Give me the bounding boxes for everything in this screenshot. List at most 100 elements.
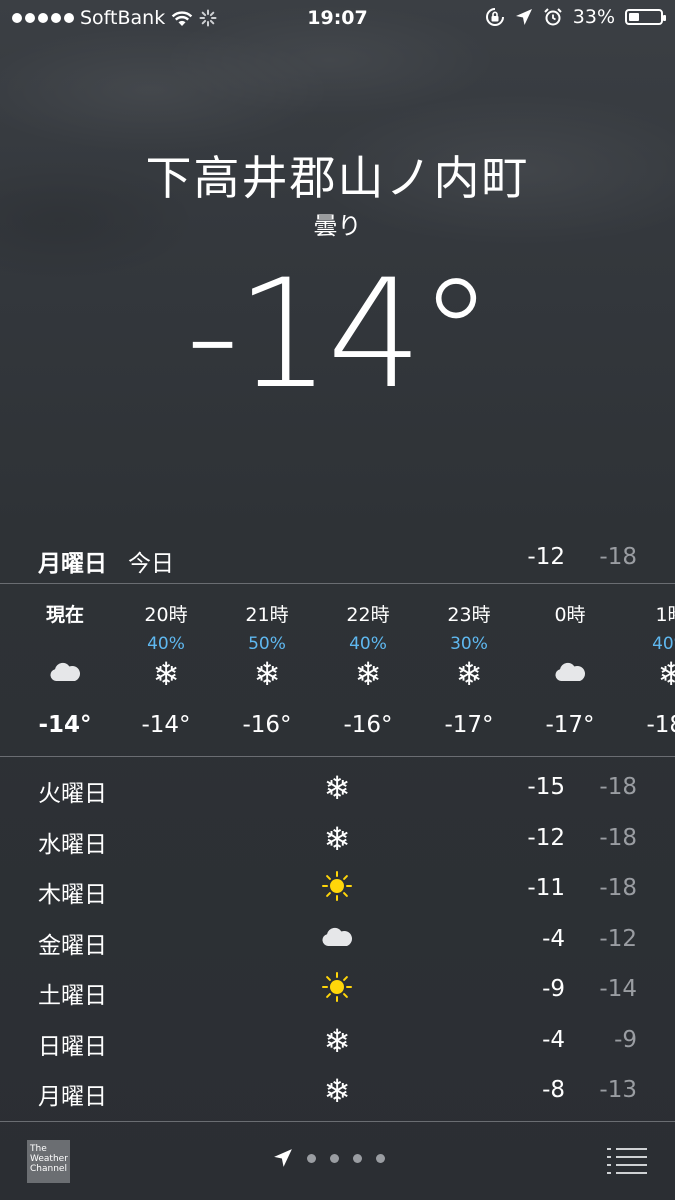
- page-indicator[interactable]: [273, 1148, 385, 1168]
- hourly-item: 21時 50% ❄ -16°: [217, 584, 317, 756]
- daily-day: 木曜日: [38, 882, 107, 908]
- snow-icon: ❄: [152, 655, 180, 693]
- battery-icon: [625, 9, 666, 25]
- hourly-item: 0時 -17°: [520, 584, 620, 756]
- daily-high: -9: [542, 976, 565, 1002]
- daily-low: -18: [599, 875, 637, 901]
- page-dot[interactable]: [307, 1153, 316, 1163]
- daily-high: -8: [542, 1077, 565, 1103]
- hourly-time: 現在: [45, 604, 84, 626]
- hourly-icon-slot: ❄: [217, 656, 317, 692]
- today-high: -12: [527, 544, 565, 570]
- daily-high: -11: [527, 875, 565, 901]
- daily-low: -9: [614, 1026, 637, 1053]
- daily-day: 水曜日: [38, 831, 107, 858]
- daily-high: -4: [542, 925, 565, 952]
- hourly-item: 20時 40% ❄ -14°: [116, 584, 216, 756]
- hourly-item: 23時 30% ❄ -17°: [419, 584, 519, 756]
- daily-row: 火曜日 ❄ -15 -18: [0, 764, 675, 815]
- hourly-temperature: -14°: [38, 712, 92, 738]
- snow-icon: ❄: [323, 769, 351, 807]
- battery-level: [629, 13, 639, 21]
- hourly-time: 22時: [346, 604, 390, 626]
- snow-icon: ❄: [323, 819, 351, 858]
- hourly-icon-slot: [15, 656, 115, 692]
- daily-icon-slot: ❄: [312, 1073, 362, 1109]
- page-dot[interactable]: [353, 1153, 362, 1163]
- hourly-time: 1時: [655, 604, 675, 626]
- city-name: 下高井郡山ノ内町: [145, 151, 530, 205]
- sun-icon: [321, 870, 353, 908]
- daily-low: -18: [599, 824, 637, 851]
- daily-day: 火曜日: [38, 781, 107, 807]
- location-arrow-icon: [515, 9, 532, 25]
- daily-day: 土曜日: [38, 983, 107, 1009]
- daily-low: -13: [599, 1077, 637, 1103]
- hourly-forecast[interactable]: 現在 -14° 20時 40% ❄ -14° 21時 50% ❄ -16° 22時 40% ❄ -16° 2…: [0, 584, 675, 756]
- status-bar: SoftBank 19:07 33%: [0, 0, 675, 38]
- hourly-time: 20時: [144, 604, 188, 626]
- cloud-icon: [320, 926, 354, 954]
- daily-icon-slot: [312, 922, 362, 958]
- today-row: 月曜日 今日 -12 -18: [0, 536, 675, 582]
- hourly-temperature: -14°: [141, 712, 191, 738]
- today-day: 月曜日: [38, 551, 107, 577]
- snow-icon: ❄: [253, 655, 281, 693]
- rotation-lock-icon: [485, 8, 504, 26]
- daily-icon-slot: [312, 972, 362, 1008]
- weather-channel-logo[interactable]: The Weather Channel: [27, 1140, 70, 1183]
- hourly-item: 22時 40% ❄ -16°: [318, 584, 418, 756]
- status-bar-right: 33%: [485, 6, 666, 28]
- cloud-icon: [553, 661, 587, 687]
- hourly-precip-chance: 40%: [349, 634, 387, 654]
- alarm-icon: [544, 8, 562, 26]
- hourly-temperature: -18°: [646, 712, 675, 738]
- hourly-item: 現在 -14°: [15, 584, 115, 756]
- daily-low: -18: [599, 774, 637, 800]
- daily-row: 木曜日 -11 -18: [0, 865, 675, 916]
- hourly-time: 21時: [245, 604, 289, 626]
- footer-toolbar: The Weather Channel: [0, 1122, 675, 1200]
- hourly-time: 0時: [554, 604, 586, 626]
- hourly-precip-chance: 50%: [248, 634, 286, 654]
- snow-icon: ❄: [657, 655, 675, 693]
- hourly-temperature: -17°: [545, 712, 595, 738]
- daily-row: 土曜日 -9 -14: [0, 966, 675, 1017]
- daily-row: 金曜日 -4 -12: [0, 916, 675, 967]
- snow-icon: ❄: [455, 655, 483, 693]
- hourly-icon-slot: [520, 656, 620, 692]
- daily-high: -15: [527, 774, 565, 800]
- cloud-icon: [48, 661, 82, 687]
- today-label: 今日: [128, 551, 174, 577]
- hourly-precip-chance: 40%: [147, 634, 185, 654]
- current-condition: 曇り: [313, 212, 362, 240]
- divider: [0, 756, 675, 757]
- city-list-icon[interactable]: [607, 1146, 647, 1174]
- daily-icon-slot: ❄: [312, 1023, 362, 1059]
- page-dot[interactable]: [376, 1153, 385, 1163]
- hourly-precip-chance: 40%: [652, 634, 675, 654]
- snow-icon: ❄: [323, 1021, 351, 1060]
- daily-icon-slot: [312, 871, 362, 907]
- location-arrow-icon: [274, 1149, 292, 1167]
- snow-icon: ❄: [323, 1072, 351, 1110]
- hourly-temperature: -16°: [242, 712, 292, 738]
- snow-icon: ❄: [354, 655, 382, 693]
- daily-low: -14: [599, 976, 637, 1002]
- hourly-item: 1時 40%❄ -18°: [621, 584, 675, 756]
- daily-icon-slot: ❄: [312, 770, 362, 806]
- daily-row: 月曜日 ❄ -8 -13: [0, 1067, 675, 1118]
- sun-icon: [321, 971, 353, 1009]
- today-low: -18: [599, 544, 637, 570]
- hourly-icon-slot: ❄: [419, 656, 519, 692]
- hourly-temperature: -17°: [444, 712, 494, 738]
- hourly-icon-slot: ❄: [621, 656, 675, 692]
- page-dot[interactable]: [330, 1153, 339, 1163]
- daily-icon-slot: ❄: [312, 821, 362, 857]
- daily-row: 水曜日 ❄ -12 -18: [0, 815, 675, 866]
- daily-day: 月曜日: [38, 1084, 107, 1110]
- daily-row: 日曜日 ❄ -4 -9: [0, 1017, 675, 1068]
- hourly-precip-chance: 30%: [450, 634, 488, 654]
- current-temperature: -14°: [185, 248, 494, 422]
- daily-forecast[interactable]: 火曜日 ❄ -15 -18 水曜日 ❄ -12 -18 木曜日 -11 -18 金曜日 -4 -12 土曜日…: [0, 764, 675, 1118]
